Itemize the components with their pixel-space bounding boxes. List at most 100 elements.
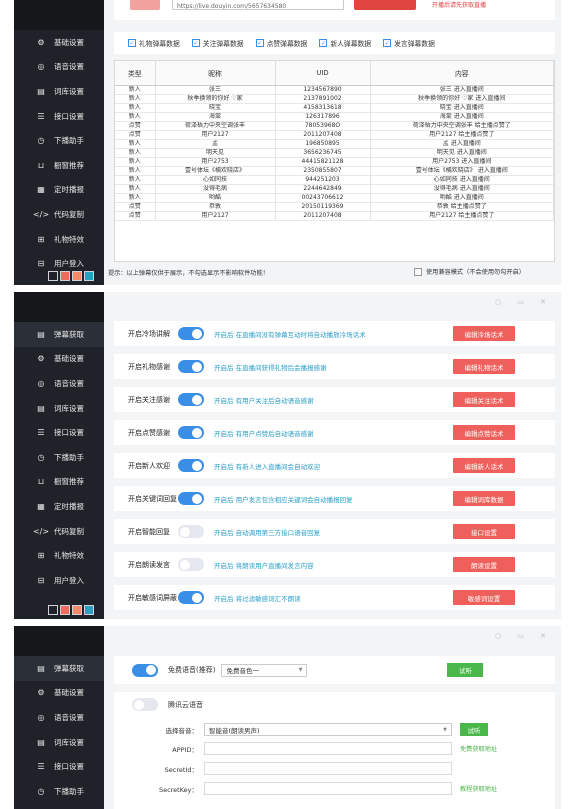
- sidebar-item-2[interactable]: ▤ 词库设置: [14, 79, 104, 104]
- sidebar-item-label: 橱窗推荐: [54, 160, 84, 170]
- cloud-tts-toggle[interactable]: [132, 698, 158, 711]
- theme-swatch[interactable]: [48, 605, 58, 615]
- filter-checkbox-0[interactable]: ✓ 礼物弹幕数据: [128, 38, 180, 48]
- sidebar-item-8[interactable]: </> 代码复制: [14, 519, 104, 544]
- setting-edit-button[interactable]: 编辑点赞话术: [453, 425, 515, 440]
- sidebar-item-10[interactable]: ⊟ 用户登入: [14, 568, 104, 593]
- table-cell: 心如同技 进入直播间: [370, 175, 554, 185]
- setting-edit-button[interactable]: 朗读设置: [453, 557, 515, 572]
- theme-swatch[interactable]: [60, 271, 70, 281]
- table-cell: 明天见: [155, 148, 276, 158]
- database-icon: ▤: [37, 737, 45, 747]
- theme-swatch[interactable]: [60, 605, 70, 615]
- listen-button-2[interactable]: 试听: [460, 723, 488, 736]
- theme-swatch[interactable]: [84, 271, 94, 281]
- setting-edit-button[interactable]: 接口设置: [453, 524, 515, 539]
- checkbox-checked-icon[interactable]: ✓: [128, 39, 136, 47]
- sidebar-item-3[interactable]: ▤ 词库设置: [14, 730, 104, 755]
- checkbox-checked-icon[interactable]: ✓: [319, 39, 328, 47]
- theme-swatch[interactable]: [48, 271, 58, 281]
- table-cell: 张三: [155, 85, 276, 95]
- setting-toggle[interactable]: [178, 525, 204, 538]
- sidebar-item-0[interactable]: ⚙ 基础设置: [14, 30, 104, 55]
- table-cell: 1234567890: [275, 85, 371, 95]
- sidebar-item-2[interactable]: ◎ 语音设置: [14, 371, 104, 396]
- filter-checkbox-4[interactable]: ✓ 发言弹幕数据: [383, 38, 435, 48]
- setting-toggle[interactable]: [178, 426, 204, 439]
- window-controls[interactable]: ○ ▭ ✕: [495, 632, 553, 640]
- secretid-input[interactable]: [204, 762, 452, 775]
- setting-edit-button[interactable]: 编辑礼物话术: [453, 359, 515, 374]
- setting-toggle[interactable]: [178, 360, 204, 373]
- clock-icon: ◷: [37, 452, 45, 462]
- start-button[interactable]: [354, 0, 416, 10]
- setting-edit-button[interactable]: 敏感词设置: [453, 590, 515, 605]
- sidebar-item-4[interactable]: ◷ 下播助手: [14, 128, 104, 153]
- sidebar-item-8[interactable]: ⊞ 礼物特效: [14, 227, 104, 252]
- setting-toggle[interactable]: [178, 459, 204, 472]
- sidebar-item-6[interactable]: ▦ 定时播报: [14, 178, 104, 203]
- setting-edit-button[interactable]: 编辑新人话术: [453, 458, 515, 473]
- filter-checkbox-2[interactable]: ✓ 点赞弹幕数据: [255, 38, 307, 48]
- sidebar-item-5[interactable]: ◷ 下播助手: [14, 779, 104, 804]
- checkbox-checked-icon[interactable]: ✓: [383, 39, 392, 47]
- sidebar-item-7[interactable]: </> 代码复制: [14, 202, 104, 227]
- sidebar-item-9[interactable]: ⊞ 礼物特效: [14, 543, 104, 568]
- sidebar-item-0[interactable]: ▤ 弹幕获取: [14, 656, 104, 681]
- setting-row-4: 开启新人欢迎 开启后 有新人进入直播间会自动欢迎 编辑新人话术: [114, 453, 555, 478]
- sidebar-item-5[interactable]: ⊔ 橱窗推荐: [14, 153, 104, 178]
- setting-edit-button[interactable]: 编辑冷场话术: [453, 326, 515, 341]
- setting-toggle[interactable]: [178, 327, 204, 340]
- theme-swatch[interactable]: [72, 271, 82, 281]
- checkbox-checked-icon[interactable]: ✓: [191, 39, 200, 47]
- sidebar-item-2[interactable]: ◎ 语音设置: [14, 705, 104, 730]
- secretkey-link[interactable]: 教程获取地址: [460, 784, 497, 793]
- window-controls[interactable]: ○ ▭ ✕: [495, 298, 553, 306]
- appid-link[interactable]: 免费获取地址: [460, 744, 497, 753]
- secretid-label: SecretId：: [164, 765, 198, 774]
- theme-swatch[interactable]: [72, 605, 82, 615]
- setting-description: 开启后 将过滤敏感词汇不朗读: [214, 594, 301, 603]
- setting-edit-button[interactable]: 编辑词库数据: [453, 491, 515, 506]
- sidebar-item-7[interactable]: ▦ 定时播报: [14, 494, 104, 519]
- table-cell: 荷泽梧力中央空调张丰: [155, 121, 276, 131]
- sidebar-item-label: 弹幕获取: [54, 663, 84, 673]
- setting-toggle[interactable]: [178, 492, 204, 505]
- setting-toggle[interactable]: [178, 591, 204, 604]
- sidebar-item-1[interactable]: ◎ 语音设置: [14, 55, 104, 80]
- sidebar-item-3[interactable]: ▤ 词库设置: [14, 396, 104, 421]
- listen-button[interactable]: 试听: [447, 663, 484, 677]
- sidebar-item-label: 语音设置: [54, 62, 84, 72]
- checkbox-checked-icon[interactable]: ✓: [255, 39, 264, 47]
- compat-mode-option[interactable]: 使用兼容模式（不会使用勿勾开启）: [414, 267, 525, 276]
- sidebar-item-5[interactable]: ◷ 下播助手: [14, 445, 104, 470]
- sidebar-item-3[interactable]: ☰ 接口设置: [14, 104, 104, 129]
- sidebar-item-4[interactable]: ☰ 接口设置: [14, 754, 104, 779]
- setting-toggle[interactable]: [178, 558, 204, 571]
- table-cell: 00243706612: [275, 193, 371, 203]
- sidebar-item-1[interactable]: ⚙ 基础设置: [14, 347, 104, 372]
- fetch-button[interactable]: [130, 0, 160, 10]
- table-row: 点赞 恭敦 20150119369 恭敦 给主播点赞了: [115, 202, 554, 212]
- calendar-icon: ▦: [37, 501, 45, 511]
- setting-toggle[interactable]: [178, 393, 204, 406]
- cloud-voice-select[interactable]: 智能音(朗读男声) ▼: [204, 723, 452, 736]
- table-cell: 点赞: [115, 211, 156, 221]
- sidebar-item-1[interactable]: ⚙ 基础设置: [14, 681, 104, 706]
- compat-checkbox[interactable]: [414, 267, 422, 276]
- table-cell: 新人: [115, 175, 156, 185]
- sidebar-item-4[interactable]: ☰ 接口设置: [14, 420, 104, 445]
- voice-select[interactable]: 免费音色一 ▼: [221, 663, 308, 677]
- sidebar-item-6[interactable]: ⊔ 橱窗推荐: [14, 470, 104, 495]
- filter-checkbox-3[interactable]: ✓ 新人弹幕数据: [319, 38, 371, 48]
- live-url-input[interactable]: https://live.douyin.com/5657634580: [172, 0, 344, 10]
- table-cell: 新人: [115, 166, 156, 176]
- appid-input[interactable]: [204, 742, 452, 755]
- secretkey-input[interactable]: [204, 782, 452, 795]
- setting-edit-button[interactable]: 编辑关注话术: [453, 392, 515, 407]
- free-tts-toggle[interactable]: [132, 663, 158, 677]
- filter-checkbox-1[interactable]: ✓ 关注弹幕数据: [191, 38, 244, 48]
- sidebar: ▤ 弹幕获取 ⚙ 基础设置 ◎ 语音设置 ▤ 词库设置 ☰ 接口设置 ◷ 下播助手 ⊔ 橱窗推荐 ▦ 定时播报…: [14, 292, 104, 619]
- sidebar-item-0[interactable]: ▤ 弹幕获取: [14, 322, 104, 347]
- theme-swatch[interactable]: [84, 605, 94, 615]
